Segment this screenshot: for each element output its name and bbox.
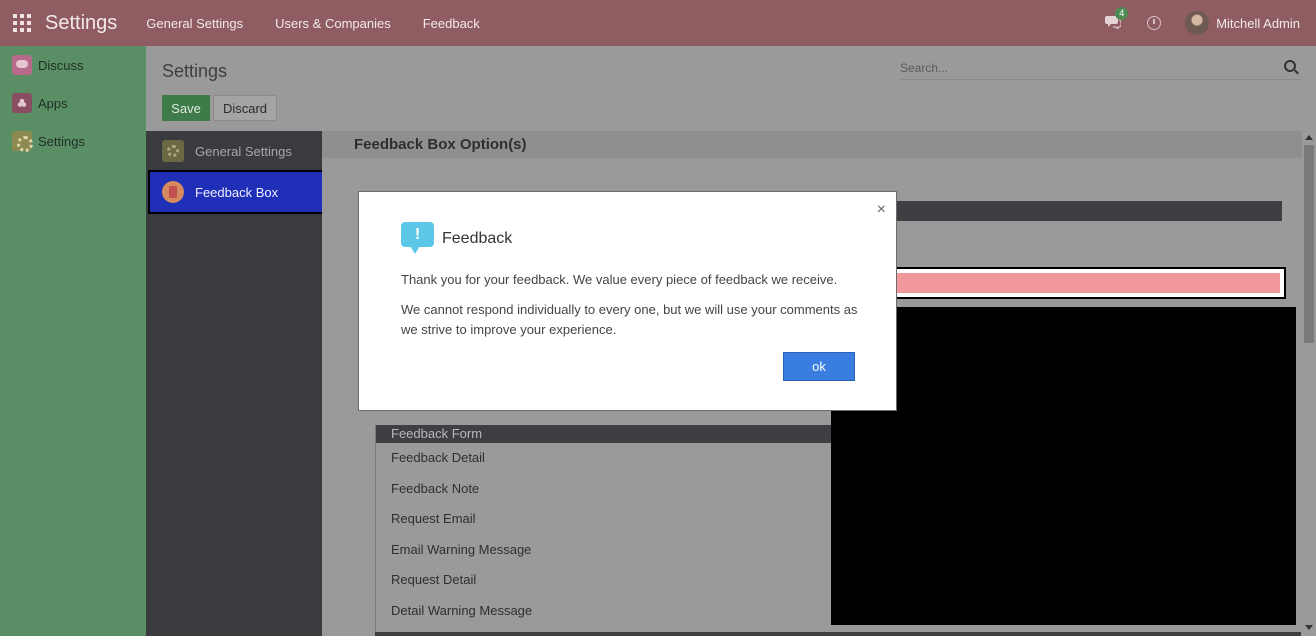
scroll-thumb[interactable] [1304, 145, 1314, 343]
discard-button[interactable]: Discard [213, 95, 277, 121]
settings-sidebar: General Settings Feedback Box [146, 131, 326, 636]
settings-tab-label: Feedback Box [195, 184, 279, 200]
close-icon[interactable]: × [877, 201, 886, 219]
sidebar-item-discuss[interactable]: Discuss [0, 46, 146, 84]
gear-icon [162, 140, 184, 162]
dialog-message-1: Thank you for your feedback. We value ev… [401, 272, 838, 287]
form-row-email-warning: Email Warning Message [391, 541, 532, 557]
dialog-title: Feedback [442, 229, 513, 247]
discuss-icon [12, 55, 32, 75]
menu-feedback[interactable]: Feedback [423, 16, 480, 31]
feedback-alert-icon: ! [401, 222, 434, 255]
app-grid-icon[interactable] [13, 14, 31, 32]
settings-tab-general[interactable]: General Settings [146, 131, 322, 171]
save-button[interactable]: Save [162, 95, 210, 121]
preview-area [831, 307, 1296, 625]
sidebar-item-label: Apps [38, 95, 68, 111]
app-sidebar: Discuss Apps Settings [0, 46, 146, 636]
sidebar-item-apps[interactable]: Apps [0, 84, 146, 122]
section-header: Feedback Box Option(s) [322, 131, 1302, 158]
search-input[interactable] [900, 58, 1270, 78]
sidebar-item-label: Settings [38, 133, 85, 149]
divider [375, 632, 1301, 636]
scrollbar[interactable] [1302, 131, 1316, 636]
menu-general-settings[interactable]: General Settings [146, 16, 243, 31]
apps-icon [12, 93, 32, 113]
activity-clock-icon[interactable] [1147, 16, 1162, 30]
dialog-message-2: We cannot respond individually to every … [401, 302, 858, 337]
user-avatar[interactable] [1185, 11, 1210, 35]
scroll-up-icon[interactable] [1305, 135, 1313, 140]
dialog-body: Thank you for your feedback. We value ev… [401, 270, 861, 350]
form-row-detail-warning: Detail Warning Message [391, 602, 533, 618]
menu-users-companies[interactable]: Users & Companies [275, 16, 391, 31]
control-panel: Settings Save Discard [146, 46, 1316, 131]
settings-icon [12, 131, 33, 152]
form-row-feedback-detail: Feedback Detail [391, 450, 485, 465]
form-row-request-email: Request Email [391, 511, 476, 526]
settings-tab-label: General Settings [195, 143, 292, 159]
form-row-request-detail: Request Detail [391, 572, 477, 587]
messages-icon[interactable]: 4 [1105, 7, 1129, 31]
settings-tab-feedback-box[interactable]: Feedback Box [148, 170, 326, 214]
dialog-header: ! Feedback [401, 222, 512, 255]
navbar-right: 4 Mitchell Admin [1105, 7, 1300, 35]
top-navbar: Settings General Settings Users & Compan… [0, 0, 1316, 46]
page-title: Settings [162, 61, 228, 81]
message-count-badge: 4 [1115, 7, 1129, 20]
highlighted-input-field[interactable] [882, 267, 1286, 299]
user-name[interactable]: Mitchell Admin [1216, 16, 1300, 31]
search-icon[interactable] [1284, 60, 1296, 72]
feedback-form-box: Feedback Form Feedback Detail Feedback N… [375, 425, 831, 636]
feedback-dialog: × ! Feedback Thank you for your feedback… [358, 191, 897, 411]
sidebar-item-label: Discuss [38, 57, 84, 73]
form-field-bar[interactable] [862, 201, 1282, 221]
section-title: Feedback Box Option(s) [354, 136, 527, 153]
scroll-down-icon[interactable] [1305, 625, 1313, 630]
top-menu: General Settings Users & Companies Feedb… [146, 16, 512, 31]
alert-symbol: ! [401, 222, 434, 247]
search-box [900, 58, 1300, 80]
form-row-feedback-note: Feedback Note [391, 480, 480, 496]
app-brand-title: Settings [45, 11, 118, 34]
feedback-box-icon [162, 181, 184, 203]
sidebar-item-settings[interactable]: Settings [0, 122, 146, 160]
form-header: Feedback Form [376, 425, 831, 443]
ok-button[interactable]: ok [783, 352, 855, 381]
